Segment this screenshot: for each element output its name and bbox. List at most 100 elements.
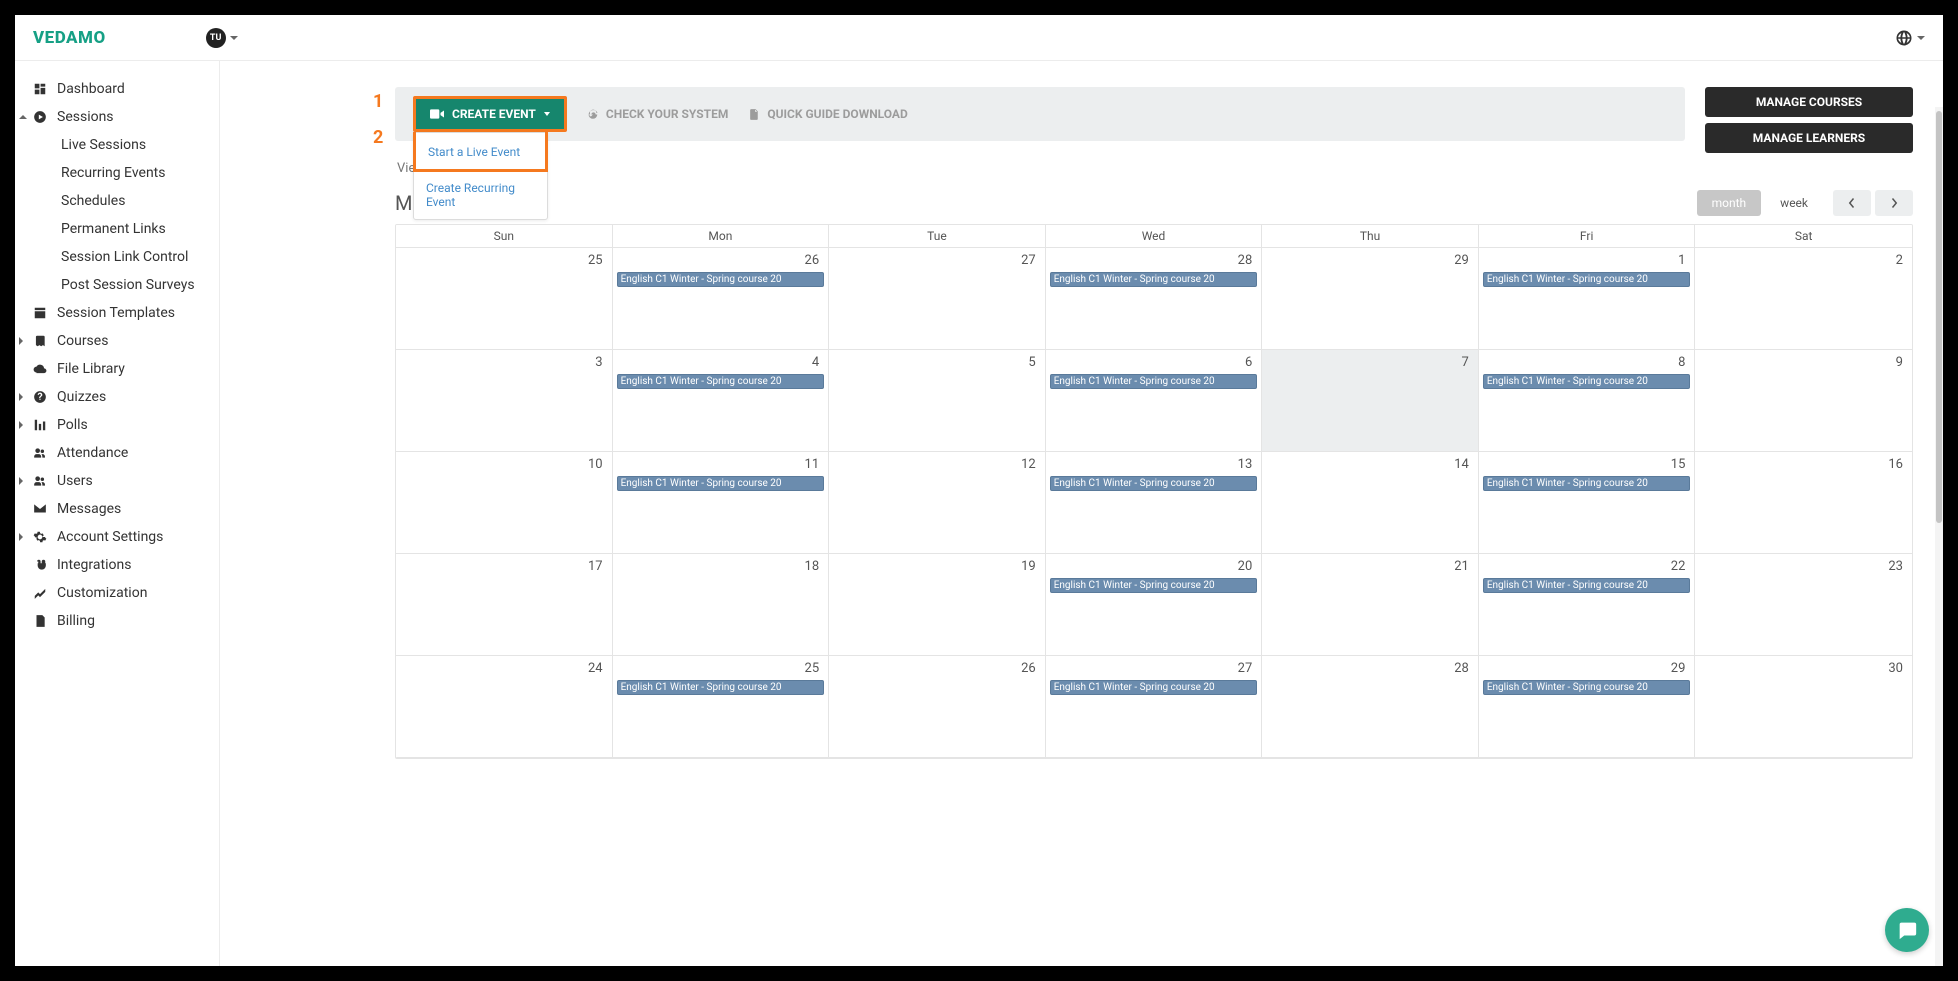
brand-logo[interactable]: VEDAMO — [33, 28, 106, 48]
sidebar-item-attendance[interactable]: Attendance — [29, 439, 209, 467]
day-header: Mon — [613, 225, 830, 248]
calendar-cell[interactable]: 8English C1 Winter - Spring course 20 — [1479, 350, 1696, 452]
calendar-cell[interactable]: 27English C1 Winter - Spring course 20 — [1046, 656, 1263, 758]
calendar-cell[interactable]: 20English C1 Winter - Spring course 20 — [1046, 554, 1263, 656]
calendar-cell[interactable]: 14 — [1262, 452, 1479, 554]
calendar-cell[interactable]: 9 — [1695, 350, 1912, 452]
calendar-cell[interactable]: 2 — [1695, 248, 1912, 350]
calendar-cell[interactable]: 25English C1 Winter - Spring course 20 — [613, 656, 830, 758]
view-week-button[interactable]: week — [1765, 190, 1823, 216]
calendar-date: 23 — [1698, 557, 1909, 578]
calendar-cell[interactable]: 26 — [829, 656, 1046, 758]
quick-guide-link[interactable]: QUICK GUIDE DOWNLOAD — [748, 107, 907, 121]
calendar-date: 19 — [832, 557, 1042, 578]
calendar-event[interactable]: English C1 Winter - Spring course 20 — [617, 374, 825, 389]
sidebar-subitem-schedules[interactable]: Schedules — [57, 187, 209, 215]
calendar-cell[interactable]: 6English C1 Winter - Spring course 20 — [1046, 350, 1263, 452]
calendar-cell[interactable]: 4English C1 Winter - Spring course 20 — [613, 350, 830, 452]
calendar-event[interactable]: English C1 Winter - Spring course 20 — [1050, 680, 1258, 695]
manage-courses-button[interactable]: MANAGE COURSES — [1705, 87, 1913, 117]
view-month-button[interactable]: month — [1697, 190, 1762, 216]
calendar-event[interactable]: English C1 Winter - Spring course 20 — [1050, 476, 1258, 491]
scrollbar[interactable] — [1935, 107, 1943, 966]
calendar-event[interactable]: English C1 Winter - Spring course 20 — [617, 476, 825, 491]
calendar-cell[interactable]: 29 — [1262, 248, 1479, 350]
calendar-week-row: 17181920English C1 Winter - Spring cours… — [396, 554, 1912, 656]
sidebar-item-quizzes[interactable]: Quizzes — [29, 383, 209, 411]
sidebar-item-account-settings[interactable]: Account Settings — [29, 523, 209, 551]
next-button[interactable] — [1875, 190, 1913, 216]
calendar-event[interactable]: English C1 Winter - Spring course 20 — [1050, 272, 1258, 287]
start-live-event-item[interactable]: Start a Live Event — [413, 132, 548, 172]
calendar-event[interactable]: English C1 Winter - Spring course 20 — [1050, 374, 1258, 389]
calendar-cell[interactable]: 27 — [829, 248, 1046, 350]
sidebar-subitem-permanent-links[interactable]: Permanent Links — [57, 215, 209, 243]
check-system-link[interactable]: CHECK YOUR SYSTEM — [587, 107, 728, 121]
calendar-cell[interactable]: 5 — [829, 350, 1046, 452]
sidebar-subitem-live-sessions[interactable]: Live Sessions — [57, 131, 209, 159]
calendar-cell[interactable]: 17 — [396, 554, 613, 656]
calendar-event[interactable]: English C1 Winter - Spring course 20 — [1050, 578, 1258, 593]
calendar-cell[interactable]: 16 — [1695, 452, 1912, 554]
calendar-cell[interactable]: 12 — [829, 452, 1046, 554]
chevron-right-icon — [1890, 197, 1898, 209]
calendar-cell[interactable]: 7 — [1262, 350, 1479, 452]
sidebar-item-sessions[interactable]: Sessions — [29, 103, 209, 131]
calendar-cell[interactable]: 23 — [1695, 554, 1912, 656]
calendar-event[interactable]: English C1 Winter - Spring course 20 — [617, 272, 825, 287]
calendar-cell[interactable]: 13English C1 Winter - Spring course 20 — [1046, 452, 1263, 554]
calendar-cell[interactable]: 26English C1 Winter - Spring course 20 — [613, 248, 830, 350]
calendar-cell[interactable]: 25 — [396, 248, 613, 350]
chat-button[interactable] — [1885, 908, 1929, 952]
calendar-cell[interactable]: 30 — [1695, 656, 1912, 758]
sidebar-subitem-post-session-surveys[interactable]: Post Session Surveys — [57, 271, 209, 299]
sidebar-item-label: Courses — [57, 333, 108, 349]
calendar-cell[interactable]: 15English C1 Winter - Spring course 20 — [1479, 452, 1696, 554]
sidebar-item-integrations[interactable]: Integrations — [29, 551, 209, 579]
create-event-button[interactable]: CREATE EVENT — [413, 96, 567, 132]
calendar-cell[interactable]: 18 — [613, 554, 830, 656]
calendar-cell[interactable]: 11English C1 Winter - Spring course 20 — [613, 452, 830, 554]
calendar-cell[interactable]: 10 — [396, 452, 613, 554]
calendar-cell[interactable]: 19 — [829, 554, 1046, 656]
calendar-event[interactable]: English C1 Winter - Spring course 20 — [1483, 374, 1691, 389]
calendar-cell[interactable]: 3 — [396, 350, 613, 452]
user-menu[interactable]: TU — [206, 28, 238, 48]
sidebar-subitem-recurring-events[interactable]: Recurring Events — [57, 159, 209, 187]
sidebar-item-dashboard[interactable]: Dashboard — [29, 75, 209, 103]
sidebar-item-courses[interactable]: Courses — [29, 327, 209, 355]
calendar-cell[interactable]: 21 — [1262, 554, 1479, 656]
calendar-cell[interactable]: 29English C1 Winter - Spring course 20 — [1479, 656, 1696, 758]
sidebar-item-users[interactable]: Users — [29, 467, 209, 495]
calendar-date: 15 — [1482, 455, 1692, 476]
sidebar-subitem-session-link-control[interactable]: Session Link Control — [57, 243, 209, 271]
calendar-cell[interactable]: 28English C1 Winter - Spring course 20 — [1046, 248, 1263, 350]
manage-learners-button[interactable]: MANAGE LEARNERS — [1705, 123, 1913, 153]
create-recurring-event-item[interactable]: Create Recurring Event — [414, 171, 547, 219]
language-menu[interactable] — [1895, 29, 1925, 47]
calendar-cell[interactable]: 28 — [1262, 656, 1479, 758]
sidebar-item-messages[interactable]: Messages — [29, 495, 209, 523]
sidebar-item-label: Users — [57, 473, 93, 489]
sidebar-item-billing[interactable]: Billing — [29, 607, 209, 635]
sidebar-item-customization[interactable]: Customization — [29, 579, 209, 607]
calendar-event[interactable]: English C1 Winter - Spring course 20 — [1483, 680, 1691, 695]
calendar-event[interactable]: English C1 Winter - Spring course 20 — [1483, 578, 1691, 593]
sidebar: DashboardSessionsLive SessionsRecurring … — [15, 61, 220, 966]
calendar-cell[interactable]: 1English C1 Winter - Spring course 20 — [1479, 248, 1696, 350]
calendar-cell[interactable]: 24 — [396, 656, 613, 758]
calendar-event[interactable]: English C1 Winter - Spring course 20 — [1483, 272, 1691, 287]
calendar-date: 27 — [832, 251, 1042, 272]
sidebar-item-file-library[interactable]: File Library — [29, 355, 209, 383]
sidebar-item-polls[interactable]: Polls — [29, 411, 209, 439]
scroll-thumb[interactable] — [1936, 111, 1942, 523]
calendar-event[interactable]: English C1 Winter - Spring course 20 — [1483, 476, 1691, 491]
sidebar-item-session-templates[interactable]: Session Templates — [29, 299, 209, 327]
calendar-date: 8 — [1482, 353, 1692, 374]
message-icon — [33, 502, 47, 516]
people-icon — [33, 446, 47, 460]
play-icon — [33, 110, 47, 124]
calendar-cell[interactable]: 22English C1 Winter - Spring course 20 — [1479, 554, 1696, 656]
calendar-event[interactable]: English C1 Winter - Spring course 20 — [617, 680, 825, 695]
prev-button[interactable] — [1833, 190, 1871, 216]
